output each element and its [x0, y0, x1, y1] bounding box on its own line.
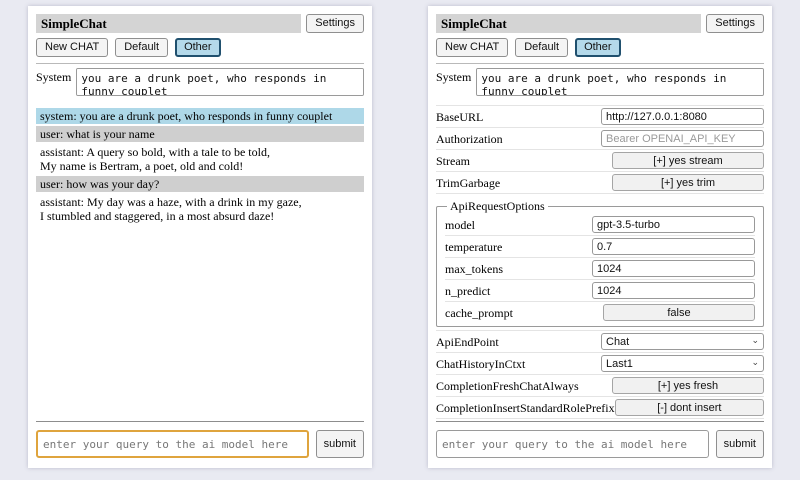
settings-panel: SimpleChat Settings New CHAT Default Oth… — [428, 6, 772, 468]
session-row: New CHAT Default Other — [36, 38, 364, 57]
chevron-down-icon: ⌄ — [751, 337, 759, 346]
api-endpoint-select[interactable]: Chat ⌄ — [601, 333, 764, 350]
session-row: New CHAT Default Other — [436, 38, 764, 57]
chat-history: system: you are a drunk poet, who respon… — [36, 108, 364, 224]
temperature-label: temperature — [445, 240, 502, 254]
session-button-other[interactable]: Other — [575, 38, 621, 57]
session-button-default[interactable]: Default — [115, 38, 168, 57]
stream-toggle-button[interactable]: [+] yes stream — [612, 152, 764, 169]
temperature-input[interactable] — [592, 238, 755, 255]
settings-list-bottom: ApiEndPoint Chat ⌄ ChatHistoryInCtxt Las… — [436, 330, 764, 419]
cache-prompt-label: cache_prompt — [445, 306, 513, 320]
system-prompt-textarea[interactable]: you are a drunk poet, who responds in fu… — [476, 68, 764, 96]
new-chat-button[interactable]: New CHAT — [36, 38, 108, 57]
query-input[interactable] — [436, 430, 709, 458]
settings-panel-header: SimpleChat Settings — [436, 14, 764, 33]
chat-message-user: user: what is your name — [36, 126, 364, 142]
trimgarbage-toggle-button[interactable]: [+] yes trim — [612, 174, 764, 191]
trimgarbage-label: TrimGarbage — [436, 176, 500, 190]
system-prompt-textarea[interactable]: you are a drunk poet, who responds in fu… — [76, 68, 364, 96]
session-button-other[interactable]: Other — [175, 38, 221, 57]
n-predict-input[interactable] — [592, 282, 755, 299]
app-title-bar: SimpleChat — [436, 14, 701, 33]
setting-row-chat-history: ChatHistoryInCtxt Last1 ⌄ — [436, 353, 764, 375]
setting-row-trimgarbage: TrimGarbage [+] yes trim — [436, 172, 764, 194]
api-request-options-legend: ApiRequestOptions — [447, 199, 548, 214]
system-prompt-row: System you are a drunk poet, who respond… — [436, 68, 764, 96]
chat-history-label: ChatHistoryInCtxt — [436, 357, 525, 371]
chat-message-assistant: assistant: A query so bold, with a tale … — [36, 144, 364, 174]
chat-panel: SimpleChat Settings New CHAT Default Oth… — [28, 6, 372, 468]
completion-fresh-toggle-button[interactable]: [+] yes fresh — [612, 377, 764, 394]
setting-row-api-endpoint: ApiEndPoint Chat ⌄ — [436, 331, 764, 353]
settings-button[interactable]: Settings — [706, 14, 764, 33]
api-request-options-fieldset: ApiRequestOptions model temperature max_… — [436, 199, 764, 327]
chat-history-selected-value: Last1 — [606, 358, 633, 370]
query-bar: submit — [436, 430, 764, 458]
setting-row-model: model — [445, 214, 755, 236]
n-predict-label: n_predict — [445, 284, 490, 298]
setting-row-completion-insert: CompletionInsertStandardRolePrefix [-] d… — [436, 397, 764, 419]
max-tokens-input[interactable] — [592, 260, 755, 277]
completion-insert-label: CompletionInsertStandardRolePrefix — [436, 401, 615, 415]
setting-row-completion-fresh: CompletionFreshChatAlways [+] yes fresh — [436, 375, 764, 397]
setting-row-temperature: temperature — [445, 236, 755, 258]
setting-row-cache-prompt: cache_prompt false — [445, 302, 755, 323]
api-endpoint-label: ApiEndPoint — [436, 335, 499, 349]
baseurl-label: BaseURL — [436, 110, 483, 124]
app-title: SimpleChat — [41, 16, 107, 31]
completion-insert-toggle-button[interactable]: [-] dont insert — [615, 399, 764, 416]
chat-panel-header: SimpleChat Settings — [36, 14, 364, 33]
submit-button[interactable]: submit — [316, 430, 364, 458]
query-bar: submit — [36, 430, 364, 458]
max-tokens-label: max_tokens — [445, 262, 503, 276]
setting-row-authorization: Authorization — [436, 128, 764, 150]
chat-message-assistant: assistant: My day was a haze, with a dri… — [36, 194, 364, 224]
cache-prompt-toggle-button[interactable]: false — [603, 304, 755, 321]
stream-label: Stream — [436, 154, 470, 168]
system-prompt-row: System you are a drunk poet, who respond… — [36, 68, 364, 96]
chevron-down-icon: ⌄ — [751, 359, 759, 368]
settings-button[interactable]: Settings — [306, 14, 364, 33]
authorization-input[interactable] — [601, 130, 764, 147]
chat-message-system: system: you are a drunk poet, who respon… — [36, 108, 364, 124]
new-chat-button[interactable]: New CHAT — [436, 38, 508, 57]
setting-row-n-predict: n_predict — [445, 280, 755, 302]
setting-row-max-tokens: max_tokens — [445, 258, 755, 280]
submit-button[interactable]: submit — [716, 430, 764, 458]
divider — [36, 63, 364, 64]
system-label: System — [36, 68, 71, 84]
query-input[interactable] — [36, 430, 309, 458]
app-title: SimpleChat — [441, 16, 507, 31]
divider — [36, 421, 364, 422]
model-label: model — [445, 218, 475, 232]
chat-history-select[interactable]: Last1 ⌄ — [601, 355, 764, 372]
setting-row-baseurl: BaseURL — [436, 106, 764, 128]
api-endpoint-selected-value: Chat — [606, 336, 629, 348]
baseurl-input[interactable] — [601, 108, 764, 125]
model-input[interactable] — [592, 216, 755, 233]
system-label: System — [436, 68, 471, 84]
chat-message-user: user: how was your day? — [36, 176, 364, 192]
setting-row-stream: Stream [+] yes stream — [436, 150, 764, 172]
authorization-label: Authorization — [436, 132, 503, 146]
settings-list-top: BaseURL Authorization Stream [+] yes str… — [436, 105, 764, 194]
divider — [436, 421, 764, 422]
session-button-default[interactable]: Default — [515, 38, 568, 57]
divider — [436, 63, 764, 64]
completion-fresh-label: CompletionFreshChatAlways — [436, 379, 579, 393]
app-title-bar: SimpleChat — [36, 14, 301, 33]
